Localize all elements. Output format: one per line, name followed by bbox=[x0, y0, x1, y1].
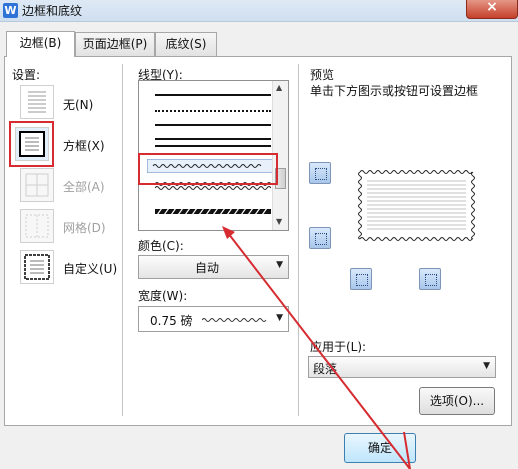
scroll-up-icon[interactable]: ▲ bbox=[276, 83, 282, 92]
chevron-down-icon: ▼ bbox=[276, 313, 283, 323]
divider bbox=[298, 64, 299, 416]
color-select[interactable]: 自动 ▼ bbox=[138, 255, 289, 279]
chevron-down-icon: ▼ bbox=[276, 260, 283, 270]
all-borders-icon bbox=[25, 173, 49, 197]
preview-heading: 预览 bbox=[310, 68, 335, 82]
selected-line-highlight bbox=[138, 153, 278, 185]
line-style-solid-thick[interactable] bbox=[155, 124, 271, 126]
title-bar: W 边框和底纹 × bbox=[0, 0, 518, 22]
setting-all-label: 全部(A) bbox=[63, 180, 105, 194]
setting-grid-label: 网格(D) bbox=[63, 221, 106, 235]
tab-border[interactable]: 边框(B) bbox=[6, 31, 75, 57]
grid-borders-icon bbox=[25, 214, 49, 238]
width-heading: 宽度(W): bbox=[138, 289, 188, 303]
divider bbox=[122, 64, 123, 416]
color-heading: 颜色(C): bbox=[138, 239, 184, 253]
scroll-down-icon[interactable]: ▼ bbox=[276, 217, 282, 226]
setting-none-icon[interactable] bbox=[20, 85, 54, 119]
setting-box-label[interactable]: 方框(X) bbox=[63, 137, 105, 154]
color-value: 自动 bbox=[195, 261, 220, 275]
setting-box-highlight bbox=[9, 121, 54, 167]
line-style-solid-2[interactable] bbox=[155, 138, 271, 140]
line-style-hatched[interactable] bbox=[155, 208, 271, 216]
setting-custom-icon[interactable] bbox=[20, 250, 54, 284]
tab-page-border[interactable]: 页面边框(P) bbox=[75, 32, 155, 56]
tab-shading[interactable]: 底纹(S) bbox=[155, 32, 217, 56]
settings-heading: 设置: bbox=[12, 68, 41, 82]
width-value: 0.75 磅 bbox=[150, 314, 193, 328]
window-title: 边框和底纹 bbox=[22, 4, 83, 18]
width-select[interactable]: 0.75 磅 ▼ bbox=[138, 306, 289, 332]
wave-sample-icon bbox=[202, 318, 267, 322]
close-icon: × bbox=[486, 0, 498, 15]
preview-hint: 单击下方图示或按钮可设置边框 bbox=[310, 84, 479, 98]
apply-to-value: 段落 bbox=[313, 362, 338, 376]
options-button[interactable]: 选项(O)... bbox=[419, 387, 495, 415]
setting-grid-icon bbox=[20, 209, 54, 243]
wps-writer-icon: W bbox=[3, 3, 18, 18]
line-style-dotted[interactable] bbox=[155, 110, 271, 112]
custom-border-icon bbox=[24, 254, 50, 280]
lines-preview-icon bbox=[28, 91, 46, 113]
apply-to-select[interactable]: 段落 ▼ bbox=[308, 356, 496, 378]
setting-all-icon bbox=[20, 168, 54, 202]
bottom-border-button[interactable] bbox=[309, 227, 331, 249]
top-border-button[interactable] bbox=[309, 162, 331, 184]
line-style-double[interactable] bbox=[155, 145, 271, 147]
border-preview[interactable] bbox=[356, 168, 477, 243]
apply-to-heading: 应用于(L): bbox=[310, 340, 367, 354]
line-style-solid[interactable] bbox=[155, 94, 271, 96]
chevron-down-icon: ▼ bbox=[483, 361, 490, 371]
setting-none-label[interactable]: 无(N) bbox=[63, 96, 93, 113]
close-button[interactable]: × bbox=[466, 0, 518, 19]
ok-button[interactable]: 确定 bbox=[344, 433, 416, 463]
left-border-button[interactable] bbox=[350, 268, 372, 290]
right-border-button[interactable] bbox=[419, 268, 441, 290]
setting-custom-label[interactable]: 自定义(U) bbox=[63, 260, 117, 277]
